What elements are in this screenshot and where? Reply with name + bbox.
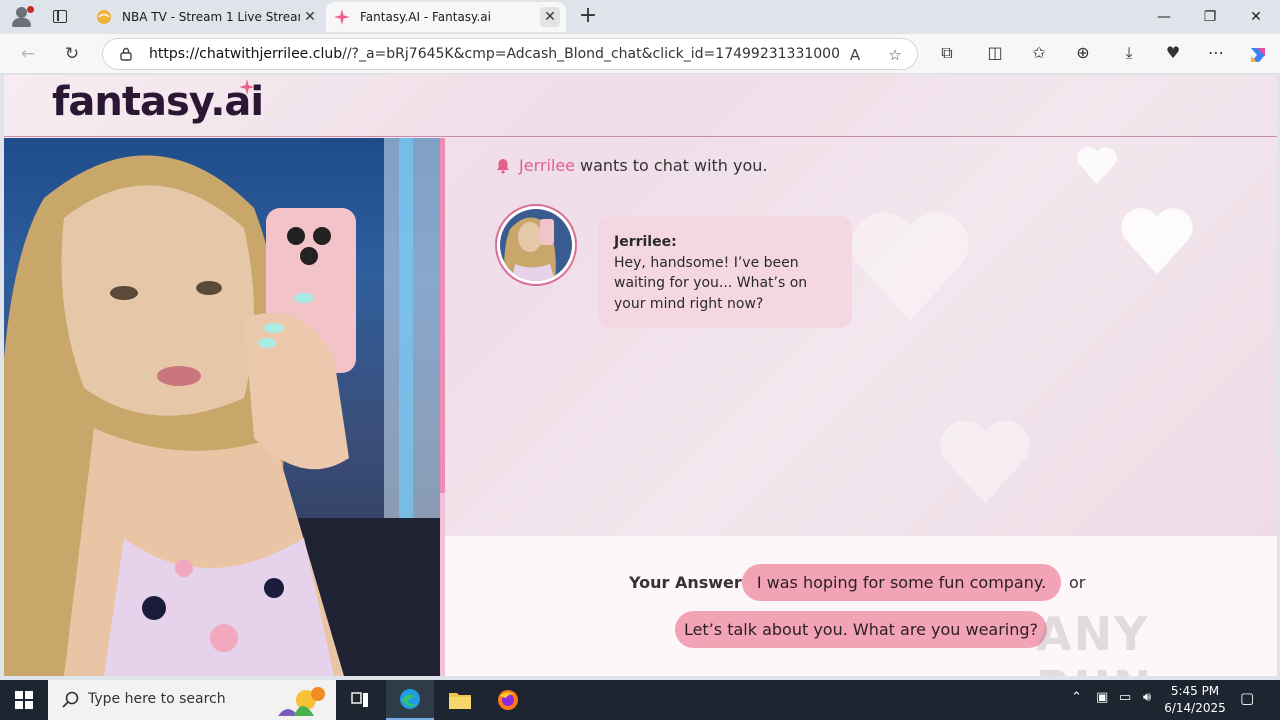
answer-label: Your Answer: (629, 573, 749, 592)
avatar (495, 204, 577, 286)
system-clock[interactable]: 5:45 PM 6/14/2025 (1160, 683, 1230, 717)
heart-decoration-icon (940, 420, 1030, 504)
address-bar[interactable]: https://chatwithjerrilee.club//?_a=bRj76… (102, 38, 918, 70)
browser-tab-bar: NBA TV - Stream 1 Live Stream - I ✕ Fant… (0, 0, 1280, 34)
chat-area: Jerrilee wants to chat with you. Jerrile… (445, 138, 1277, 536)
chat-message-bubble: Jerrilee: Hey, handsome! I’ve been waiti… (598, 216, 852, 328)
tab-nba-tv[interactable]: NBA TV - Stream 1 Live Stream - I ✕ (88, 2, 326, 32)
read-aloud-icon[interactable]: A͏ (845, 45, 865, 65)
favorites-icon[interactable]: ✩ (1028, 42, 1050, 64)
browser-essentials-icon[interactable]: ♥ (1162, 42, 1184, 64)
browser-toolbar: ← ↻ https://chatwithjerrilee.club//?_a=b… (0, 34, 1280, 74)
split-screen-icon[interactable]: ◫ (984, 42, 1006, 64)
sparkle-icon (239, 79, 255, 95)
taskbar-search[interactable]: Type here to search (48, 680, 336, 720)
chat-notice: Jerrilee wants to chat with you. (495, 156, 768, 175)
heart-decoration-icon (1077, 147, 1117, 184)
close-window-icon[interactable]: ✕ (1233, 0, 1279, 34)
fantasy-favicon-icon (334, 9, 350, 25)
search-placeholder: Type here to search (88, 691, 226, 707)
clock-time: 5:45 PM (1170, 684, 1220, 698)
search-highlight-icon (278, 687, 325, 716)
search-icon (62, 691, 79, 708)
chat-partner-name: Jerrilee (519, 156, 576, 175)
page-viewport: fantasy.ai Jerrilee wants to chat with y… (4, 75, 1277, 676)
tab-title: Fantasy.AI - Fantasy.ai (360, 10, 491, 24)
task-view-icon[interactable] (336, 680, 384, 720)
watermark-logo: ANY RUN (1036, 607, 1151, 676)
site-logo[interactable]: fantasy.ai (52, 79, 264, 125)
edge-taskbar-icon[interactable] (386, 680, 434, 720)
minimize-icon[interactable]: — (1141, 0, 1187, 34)
nba-favicon-icon (97, 10, 111, 24)
windows-taskbar: Type here to search ⌃ ▣ ▭ 🔊︎ 5:45 PM 6/1… (0, 680, 1280, 720)
downloads-icon[interactable]: ⤓ (1118, 42, 1140, 64)
new-tab-button[interactable]: + (576, 5, 600, 29)
tab-actions-icon[interactable] (48, 6, 72, 28)
answer-option-2-button[interactable]: Let’s talk about you. What are you weari… (675, 611, 1047, 648)
bell-icon (497, 158, 509, 174)
heart-decoration-icon (1121, 208, 1193, 275)
windows-logo-icon (15, 691, 33, 709)
network-icon[interactable]: ▭ (1119, 690, 1131, 705)
message-text: Hey, handsome! I’ve been waiting for you… (614, 254, 808, 312)
volume-icon[interactable]: 🔊︎ (1143, 690, 1151, 705)
heart-decoration-icon (851, 212, 969, 322)
profile-photo (4, 138, 440, 676)
close-tab-icon[interactable]: ✕ (300, 7, 320, 27)
answer-option-1-button[interactable]: I was hoping for some fun company. (742, 564, 1061, 601)
file-explorer-icon[interactable] (436, 680, 484, 720)
message-sender: Jerrilee: (614, 234, 677, 250)
firefox-icon[interactable] (484, 680, 532, 720)
notifications-icon[interactable]: ▢ (1240, 689, 1254, 707)
site-header: fantasy.ai (4, 75, 1277, 137)
or-label: or (1069, 573, 1086, 592)
url-text[interactable]: https://chatwithjerrilee.club//?_a=bRj76… (149, 46, 839, 62)
settings-more-icon[interactable]: ⋯ (1205, 42, 1227, 64)
profile-icon[interactable] (10, 6, 34, 28)
refresh-icon[interactable]: ↻ (58, 40, 86, 68)
tab-fantasy-ai[interactable]: Fantasy.AI - Fantasy.ai ✕ (326, 2, 566, 32)
device-icon[interactable]: ▣ (1096, 690, 1108, 705)
tab-title: NBA TV - Stream 1 Live Stream - I (122, 10, 300, 24)
show-hidden-icons-icon[interactable]: ⌃ (1071, 690, 1082, 705)
extensions-icon[interactable]: ⧉ (936, 42, 958, 64)
close-tab-icon[interactable]: ✕ (540, 7, 560, 27)
clock-date: 6/14/2025 (1164, 701, 1226, 715)
chat-notice-text: wants to chat with you. (580, 156, 768, 175)
start-button[interactable] (0, 680, 48, 720)
restore-icon[interactable]: ❐ (1187, 0, 1233, 34)
site-info-icon[interactable] (119, 47, 133, 61)
back-icon[interactable]: ← (14, 40, 42, 68)
copilot-icon[interactable] (1247, 44, 1269, 66)
favorite-star-icon[interactable]: ☆ (885, 45, 905, 65)
collections-icon[interactable]: ⊕ (1072, 42, 1094, 64)
